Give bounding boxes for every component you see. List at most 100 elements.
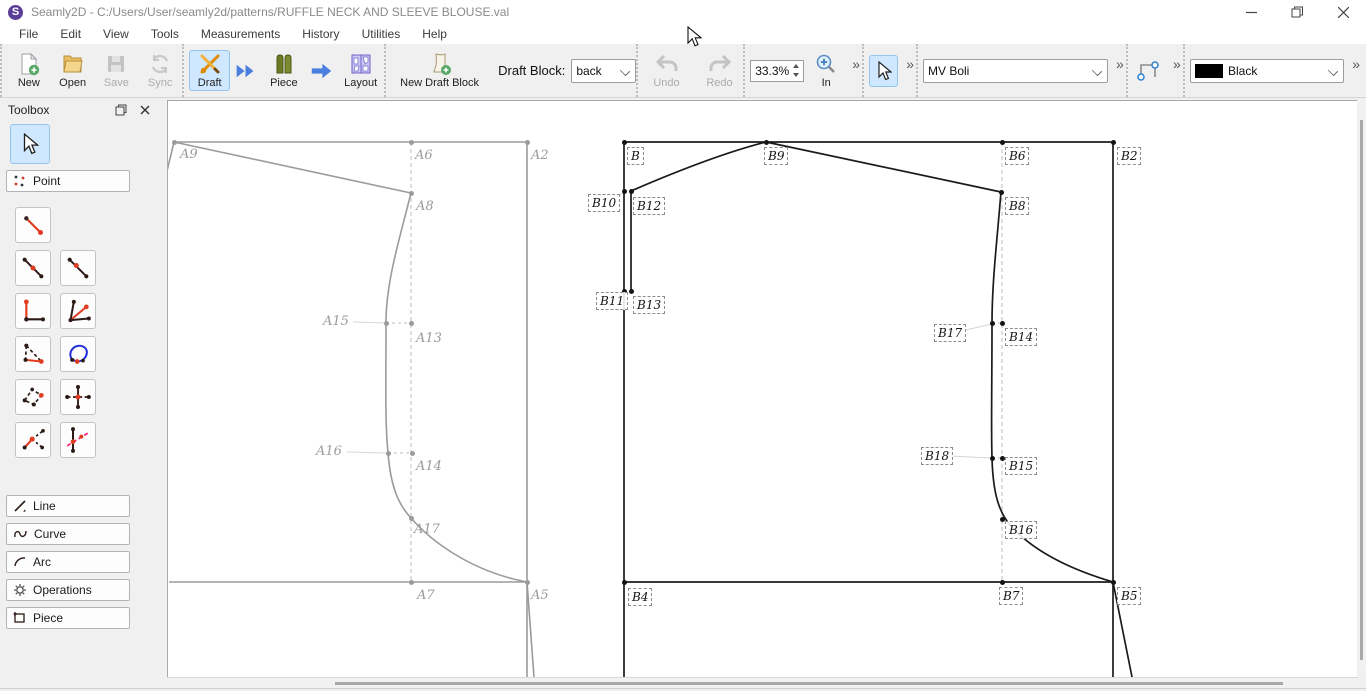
new-button[interactable]: New: [7, 50, 51, 91]
spin-down-icon[interactable]: [790, 71, 802, 80]
tool-point-along-line[interactable]: [15, 250, 51, 286]
pattern-label-a14[interactable]: A14: [416, 459, 442, 474]
pattern-label-b14[interactable]: B14: [1005, 328, 1037, 346]
pattern-label-b5[interactable]: B5: [1117, 587, 1141, 605]
tool-point-along-perpendicular[interactable]: [15, 293, 51, 329]
pattern-point-b6[interactable]: [1000, 140, 1005, 145]
curve-category-button[interactable]: Curve: [6, 523, 130, 545]
pattern-point-a8[interactable]: [409, 191, 414, 196]
point-category-button[interactable]: Point: [6, 170, 130, 192]
undo-button[interactable]: Undo: [643, 50, 690, 91]
pattern-label-b[interactable]: B: [627, 147, 644, 165]
menu-tools[interactable]: Tools: [140, 25, 190, 43]
draft-mode-button[interactable]: Draft: [189, 50, 230, 91]
toolbox-pointer-tool[interactable]: [10, 124, 50, 164]
new-draft-block-button[interactable]: New Draft Block: [391, 50, 488, 91]
pattern-point-b17[interactable]: [990, 321, 995, 326]
pattern-point-a13[interactable]: [409, 321, 414, 326]
redo-button[interactable]: Redo: [696, 50, 743, 91]
pattern-label-b17[interactable]: B17: [934, 324, 966, 342]
pattern-point-a6[interactable]: [409, 140, 414, 145]
pattern-label-b7[interactable]: B7: [999, 587, 1023, 605]
pattern-label-b2[interactable]: B2: [1117, 147, 1141, 165]
overflow-chevron[interactable]: »: [906, 56, 914, 72]
tool-point-intersect-curve[interactable]: [60, 336, 96, 372]
pattern-point-b9[interactable]: [764, 140, 769, 145]
menu-help[interactable]: Help: [411, 25, 458, 43]
pattern-point-b8[interactable]: [999, 190, 1004, 195]
overflow-chevron[interactable]: »: [1173, 56, 1181, 72]
pattern-label-b18[interactable]: B18: [921, 447, 953, 465]
menu-edit[interactable]: Edit: [49, 25, 92, 43]
overflow-chevron[interactable]: »: [1352, 56, 1360, 72]
spin-up-icon[interactable]: [790, 62, 802, 71]
tool-midpoint-along-line[interactable]: [60, 250, 96, 286]
pattern-label-b9[interactable]: B9: [764, 147, 788, 165]
pattern-point-b5[interactable]: [1111, 580, 1116, 585]
tool-point-along-bisector[interactable]: [60, 293, 96, 329]
line-color-select[interactable]: Black: [1190, 59, 1344, 83]
tool-point-of-intersection[interactable]: [15, 379, 51, 415]
vertical-scrollbar[interactable]: [1357, 100, 1366, 677]
pattern-point-b10[interactable]: [622, 189, 627, 194]
arc-category-button[interactable]: Arc: [6, 551, 130, 573]
horizontal-scrollbar-thumb[interactable]: [335, 682, 1283, 685]
overflow-chevron[interactable]: »: [1116, 56, 1124, 72]
zoom-spin-buttons[interactable]: [790, 62, 802, 80]
minimize-button[interactable]: [1228, 0, 1274, 24]
layout-mode-button[interactable]: Layout: [337, 50, 384, 91]
pattern-point-b15[interactable]: [1000, 456, 1005, 461]
pattern-label-a5[interactable]: A5: [531, 588, 549, 603]
tool-perpendicular-point-along-line[interactable]: [15, 422, 51, 458]
pattern-point-b13[interactable]: [629, 289, 634, 294]
pattern-label-a15[interactable]: A15: [323, 314, 349, 329]
pattern-point-a15[interactable]: [384, 321, 389, 326]
overflow-chevron[interactable]: »: [852, 56, 860, 72]
draft-canvas[interactable]: A9A6A2A8A15A13A16A14A17A7A5BB9B6B2B10B12…: [167, 100, 1358, 678]
operations-category-button[interactable]: Operations: [6, 579, 130, 601]
dock-close-button[interactable]: [136, 102, 154, 118]
vertical-scrollbar-thumb[interactable]: [1360, 120, 1363, 660]
pattern-label-a7[interactable]: A7: [417, 588, 435, 603]
menu-utilities[interactable]: Utilities: [351, 25, 412, 43]
open-button[interactable]: Open: [51, 50, 95, 91]
close-button[interactable]: [1320, 0, 1366, 24]
pattern-point-a14[interactable]: [410, 451, 415, 456]
pattern-label-b12[interactable]: B12: [633, 197, 665, 215]
pattern-label-a9[interactable]: A9: [180, 147, 198, 162]
pattern-label-b4[interactable]: B4: [628, 588, 652, 606]
tool-point-at-distance-angle[interactable]: [15, 207, 51, 243]
pattern-point-b18[interactable]: [990, 456, 995, 461]
pattern-point-a9[interactable]: [172, 140, 177, 145]
pattern-label-a17[interactable]: A17: [414, 522, 440, 537]
menu-history[interactable]: History: [291, 25, 350, 43]
pattern-label-a16[interactable]: A16: [316, 444, 342, 459]
pattern-point-a5[interactable]: [525, 580, 530, 585]
line-category-button[interactable]: Line: [6, 495, 130, 517]
sync-button[interactable]: Sync: [138, 50, 182, 91]
draft-block-select[interactable]: back: [571, 59, 636, 83]
pattern-label-a2[interactable]: A2: [531, 148, 549, 163]
zoom-in-button[interactable]: In: [810, 50, 842, 91]
menu-view[interactable]: View: [92, 25, 140, 43]
maximize-button[interactable]: [1274, 0, 1320, 24]
pattern-point-b7[interactable]: [1000, 580, 1005, 585]
pointer-tool-button[interactable]: [869, 55, 898, 87]
pattern-point-a7[interactable]: [409, 580, 414, 585]
pattern-point-b12[interactable]: [629, 189, 634, 194]
pattern-label-a8[interactable]: A8: [416, 199, 434, 214]
zoom-spinbox[interactable]: 33.3%: [750, 60, 804, 82]
save-button[interactable]: Save: [95, 50, 139, 91]
pattern-label-b11[interactable]: B11: [596, 292, 628, 310]
label-font-select[interactable]: MV Boli: [923, 59, 1108, 83]
pattern-point-b14[interactable]: [1000, 321, 1005, 326]
pattern-label-a13[interactable]: A13: [416, 331, 442, 346]
menu-file[interactable]: File: [8, 25, 49, 43]
pattern-label-a6[interactable]: A6: [415, 148, 433, 163]
tool-triangle-point[interactable]: [15, 336, 51, 372]
tool-point-intersect-line-axis[interactable]: [60, 422, 96, 458]
pattern-point-a16[interactable]: [386, 451, 391, 456]
pattern-label-b8[interactable]: B8: [1005, 197, 1029, 215]
pattern-point-b16[interactable]: [1000, 517, 1005, 522]
pattern-point-b2[interactable]: [1111, 140, 1116, 145]
